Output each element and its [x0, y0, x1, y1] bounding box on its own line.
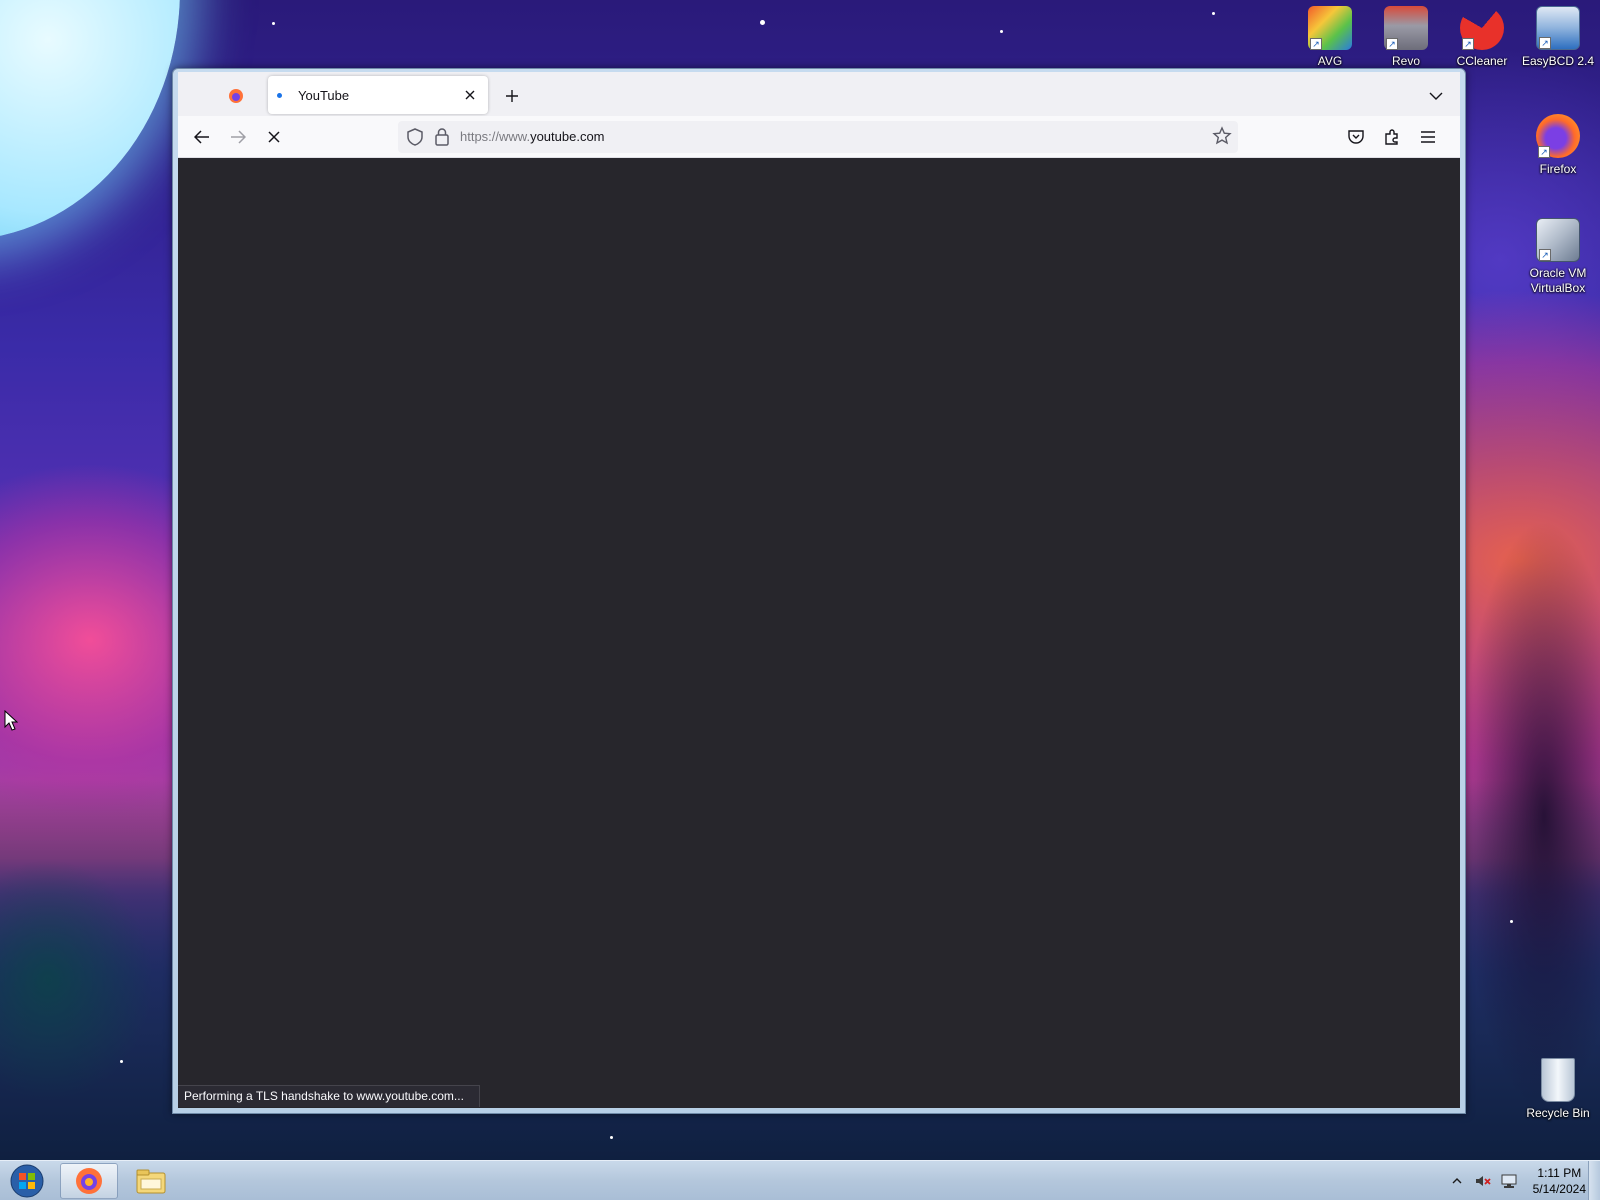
- url-prefix: https://www.: [460, 129, 531, 144]
- site-info-button[interactable]: [434, 127, 450, 150]
- ccleaner-icon: ↗: [1460, 6, 1504, 50]
- volume-muted-button[interactable]: [1473, 1171, 1493, 1191]
- app-menu-button[interactable]: [1414, 123, 1442, 151]
- wallpaper-star: [760, 20, 765, 25]
- tab-youtube[interactable]: YouTube: [268, 76, 488, 114]
- desktop-icon-label: EasyBCD 2.4: [1521, 54, 1595, 68]
- url-bar[interactable]: https://www.youtube.com: [398, 121, 1238, 153]
- taskbar-file-explorer-button[interactable]: [122, 1163, 180, 1199]
- lock-icon: [435, 128, 449, 146]
- firefox-icon: ↗: [1536, 114, 1580, 158]
- desktop-icon-label: CCleaner: [1456, 54, 1508, 68]
- show-hidden-icons-button[interactable]: [1447, 1171, 1467, 1191]
- navigation-toolbar: https://www.youtube.com: [178, 116, 1460, 158]
- chevron-up-icon: [1452, 1178, 1462, 1184]
- tab-strip: YouTube: [178, 72, 1460, 116]
- file-explorer-icon: [136, 1169, 166, 1194]
- desktop-icon-recycle-bin[interactable]: Recycle Bin: [1520, 1058, 1596, 1121]
- speaker-muted-icon: [1475, 1176, 1491, 1186]
- desktop-icon-label: Oracle VM VirtualBox: [1529, 266, 1587, 295]
- mouse-cursor-icon: [4, 709, 19, 735]
- url-text[interactable]: https://www.youtube.com: [460, 129, 605, 144]
- desktop-icon-label: AVG: [1317, 54, 1343, 68]
- clock-date: 5/14/2024: [1532, 1182, 1586, 1196]
- firefox-view-icon: [229, 89, 243, 103]
- page-content[interactable]: [178, 158, 1460, 1108]
- firefox-window: YouTube https://www.youtube.com Performi…: [172, 68, 1466, 1114]
- taskbar-firefox-button[interactable]: [60, 1163, 118, 1199]
- desktop-icon-label: Revo: [1391, 54, 1420, 68]
- arrow-left-icon: [194, 130, 209, 144]
- list-all-tabs-button[interactable]: [1424, 84, 1448, 108]
- avg-icon: ↗: [1308, 6, 1352, 50]
- stop-loading-button[interactable]: [260, 123, 288, 151]
- chevron-down-icon: [1429, 92, 1443, 100]
- plus-icon: [506, 90, 518, 102]
- taskbar: 1:11 PM 5/14/2024: [0, 1160, 1600, 1200]
- forward-button[interactable]: [224, 123, 252, 151]
- desktop-icon-ccleaner[interactable]: ↗ CCleaner: [1444, 6, 1520, 69]
- desktop-icon-virtualbox[interactable]: ↗ Oracle VM VirtualBox: [1520, 218, 1596, 296]
- tab-title: YouTube: [298, 87, 350, 103]
- firefox-icon: [76, 1168, 102, 1194]
- easybcd-icon: ↗: [1536, 6, 1580, 50]
- clock-time: 1:11 PM: [1537, 1166, 1582, 1180]
- show-desktop-button[interactable]: [1588, 1161, 1600, 1200]
- windows-logo-icon: [10, 1164, 44, 1198]
- desktop-icon-revo[interactable]: ↗ Revo: [1368, 6, 1444, 69]
- wallpaper-star: [1510, 920, 1513, 923]
- hamburger-menu-icon: [1421, 131, 1435, 143]
- star-icon: [1212, 126, 1232, 145]
- desktop-icon-label: Firefox: [1539, 162, 1577, 176]
- extensions-button[interactable]: [1378, 123, 1406, 151]
- url-domain: youtube.com: [530, 129, 605, 144]
- puzzle-icon: [1385, 129, 1398, 145]
- arrow-right-icon: [231, 130, 246, 144]
- network-icon: [1501, 1174, 1517, 1188]
- wallpaper-palm-left: [0, 860, 180, 1160]
- virtualbox-icon: ↗: [1536, 218, 1580, 262]
- desktop-icon-easybcd[interactable]: ↗ EasyBCD 2.4: [1520, 6, 1596, 69]
- desktop-icon-label: Recycle Bin: [1526, 1106, 1590, 1120]
- close-icon: [465, 90, 475, 100]
- tab-close-button[interactable]: [458, 83, 482, 107]
- desktop-icon-avg[interactable]: ↗ AVG: [1292, 6, 1368, 69]
- desktop-icon-firefox[interactable]: ↗ Firefox: [1520, 114, 1596, 177]
- system-tray: 1:11 PM 5/14/2024: [1441, 1161, 1586, 1200]
- taskbar-clock[interactable]: 1:11 PM 5/14/2024: [1533, 1165, 1586, 1197]
- network-button[interactable]: [1499, 1171, 1519, 1191]
- start-button[interactable]: [4, 1162, 50, 1200]
- new-tab-button[interactable]: [500, 84, 524, 108]
- bookmark-button[interactable]: [1212, 126, 1232, 149]
- tracking-protection-button[interactable]: [406, 127, 424, 150]
- pocket-icon: [1348, 130, 1364, 144]
- wallpaper-star: [1000, 30, 1003, 33]
- revo-uninstaller-icon: ↗: [1384, 6, 1428, 50]
- tab-loading-icon: [277, 92, 282, 98]
- pocket-button[interactable]: [1342, 123, 1370, 151]
- wallpaper-star: [610, 1136, 613, 1139]
- wallpaper-star: [120, 1060, 123, 1063]
- wallpaper-star: [1212, 12, 1215, 15]
- back-button[interactable]: [188, 123, 216, 151]
- status-panel: Performing a TLS handshake to www.youtub…: [178, 1085, 480, 1107]
- wallpaper-planet: [0, 0, 180, 240]
- stop-icon: [268, 131, 280, 143]
- recycle-bin-icon: [1541, 1058, 1575, 1102]
- shield-icon: [407, 128, 423, 146]
- firefox-view-button[interactable]: [220, 82, 252, 110]
- wallpaper-star: [272, 22, 275, 25]
